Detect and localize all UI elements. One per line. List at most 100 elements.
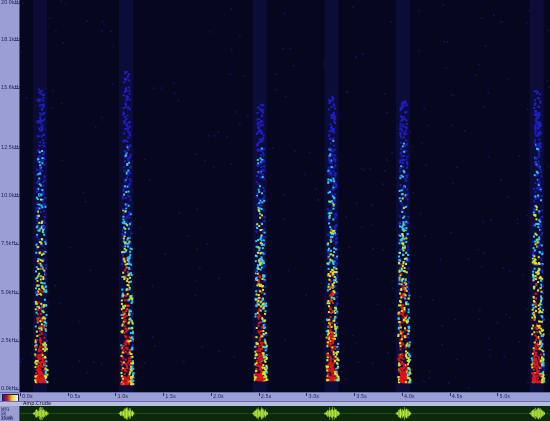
call-3[interactable]: [252, 0, 269, 392]
spectral-point: [44, 367, 47, 370]
frequency-tick: [14, 389, 19, 390]
spectral-point: [534, 275, 537, 278]
spectral-point: [44, 371, 47, 374]
call-4[interactable]: [324, 0, 340, 392]
spectral-point: [122, 380, 125, 383]
spectral-point: [39, 258, 42, 261]
noise-mark: [432, 299, 434, 301]
spectral-point: [263, 199, 266, 202]
spectral-point: [41, 220, 44, 223]
noise-mark: [111, 83, 114, 85]
spectral-point: [537, 372, 540, 375]
spectral-point: [124, 318, 127, 321]
time-tick-label: 2.0s: [212, 394, 224, 400]
spectral-point: [265, 302, 268, 305]
spectral-point: [534, 145, 537, 148]
spectral-point: [257, 275, 260, 278]
spectral-point: [124, 105, 127, 108]
spectral-point: [533, 287, 536, 290]
noise-mark: [527, 382, 529, 384]
noise-mark: [60, 0, 62, 3]
spectral-point: [333, 232, 336, 234]
spectral-point: [408, 367, 411, 370]
spectral-point: [257, 317, 260, 320]
spectral-point: [399, 300, 401, 303]
spectral-point: [124, 122, 127, 125]
spectral-point: [43, 304, 46, 307]
spectral-point: [42, 103, 45, 106]
spectral-point: [41, 260, 44, 263]
noise-mark: [196, 248, 199, 250]
waveform-view[interactable]: [20, 406, 550, 421]
spectral-point: [328, 154, 331, 157]
noise-mark: [60, 102, 63, 105]
noise-mark: [231, 49, 233, 51]
spectral-point: [404, 196, 407, 199]
spectral-point: [122, 215, 125, 218]
spectral-point: [538, 330, 541, 333]
spectral-point: [405, 350, 407, 353]
spectral-point: [541, 338, 544, 341]
spectral-point: [333, 360, 336, 363]
spectral-point: [330, 166, 333, 169]
spectral-point: [123, 311, 126, 314]
spectral-point: [255, 304, 258, 307]
noise-mark: [317, 198, 320, 201]
spectral-point: [35, 216, 38, 219]
call-2[interactable]: [119, 0, 135, 392]
noise-mark: [387, 352, 389, 354]
spectral-point: [258, 285, 261, 287]
spectral-point: [257, 324, 260, 327]
spectral-point: [405, 227, 408, 230]
spectral-point: [534, 292, 537, 295]
noise-mark: [372, 362, 374, 364]
call-6[interactable]: [529, 0, 546, 392]
spectrogram-view[interactable]: [20, 0, 550, 392]
spectral-point: [123, 166, 126, 169]
spectral-point: [125, 71, 128, 74]
spectral-point: [327, 379, 330, 381]
spectral-point: [327, 374, 330, 377]
spectral-point: [332, 254, 335, 257]
spectrogram-canvas[interactable]: [20, 0, 550, 392]
spectral-point: [254, 377, 257, 380]
spectral-point: [336, 321, 339, 324]
spectral-point: [40, 267, 43, 270]
spectral-point: [536, 336, 539, 339]
noise-mark: [360, 167, 363, 170]
spectral-point: [335, 255, 338, 258]
spectral-point: [41, 150, 43, 152]
spectral-point: [123, 193, 126, 196]
spectral-point: [328, 278, 331, 281]
frequency-tick: [14, 3, 19, 4]
waveform-canvas[interactable]: [20, 406, 550, 421]
spectral-point: [334, 325, 337, 328]
spectral-point: [539, 359, 542, 362]
spectral-point: [127, 86, 130, 89]
spectral-point: [37, 214, 40, 217]
noise-mark: [49, 17, 51, 19]
spectral-point: [404, 101, 407, 103]
spectral-point: [45, 304, 48, 307]
noise-mark: [52, 90, 54, 92]
spectral-point: [128, 318, 131, 321]
noise-mark: [284, 339, 286, 342]
spectral-point: [128, 314, 131, 316]
spectral-point: [124, 305, 127, 308]
spectral-point: [122, 94, 125, 97]
spectral-point: [262, 197, 265, 200]
noise-mark: [218, 350, 220, 353]
frequency-ruler[interactable]: 20.0kHz 18.1kHz 15.6kHz 12.5kHz 10.0kHz 7.5kH…: [0, 0, 21, 392]
spectral-point: [541, 316, 544, 319]
noise-mark: [487, 92, 489, 94]
spectral-point: [537, 226, 540, 229]
spectral-point: [399, 259, 402, 262]
spectral-point: [540, 264, 543, 267]
call-1[interactable]: [33, 0, 49, 392]
time-tick: [67, 393, 69, 396]
spectral-point: [255, 336, 258, 339]
spectral-point: [121, 259, 124, 262]
spectral-point: [128, 309, 131, 312]
spectral-point: [262, 151, 265, 154]
call-5[interactable]: [396, 0, 412, 392]
